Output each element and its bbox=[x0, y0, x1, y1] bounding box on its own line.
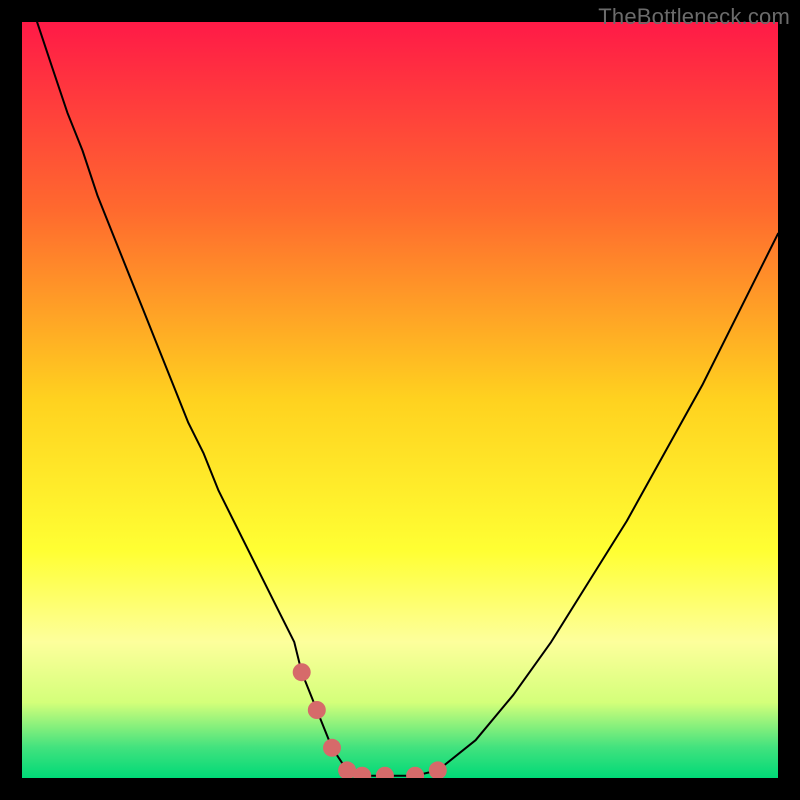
watermark-text: TheBottleneck.com bbox=[598, 4, 790, 30]
plot-svg bbox=[22, 22, 778, 778]
highlighted-point bbox=[308, 701, 326, 719]
highlighted-point bbox=[323, 739, 341, 757]
plot-area bbox=[22, 22, 778, 778]
highlighted-point bbox=[293, 663, 311, 681]
chart-stage: TheBottleneck.com bbox=[0, 0, 800, 800]
gradient-background bbox=[22, 22, 778, 778]
